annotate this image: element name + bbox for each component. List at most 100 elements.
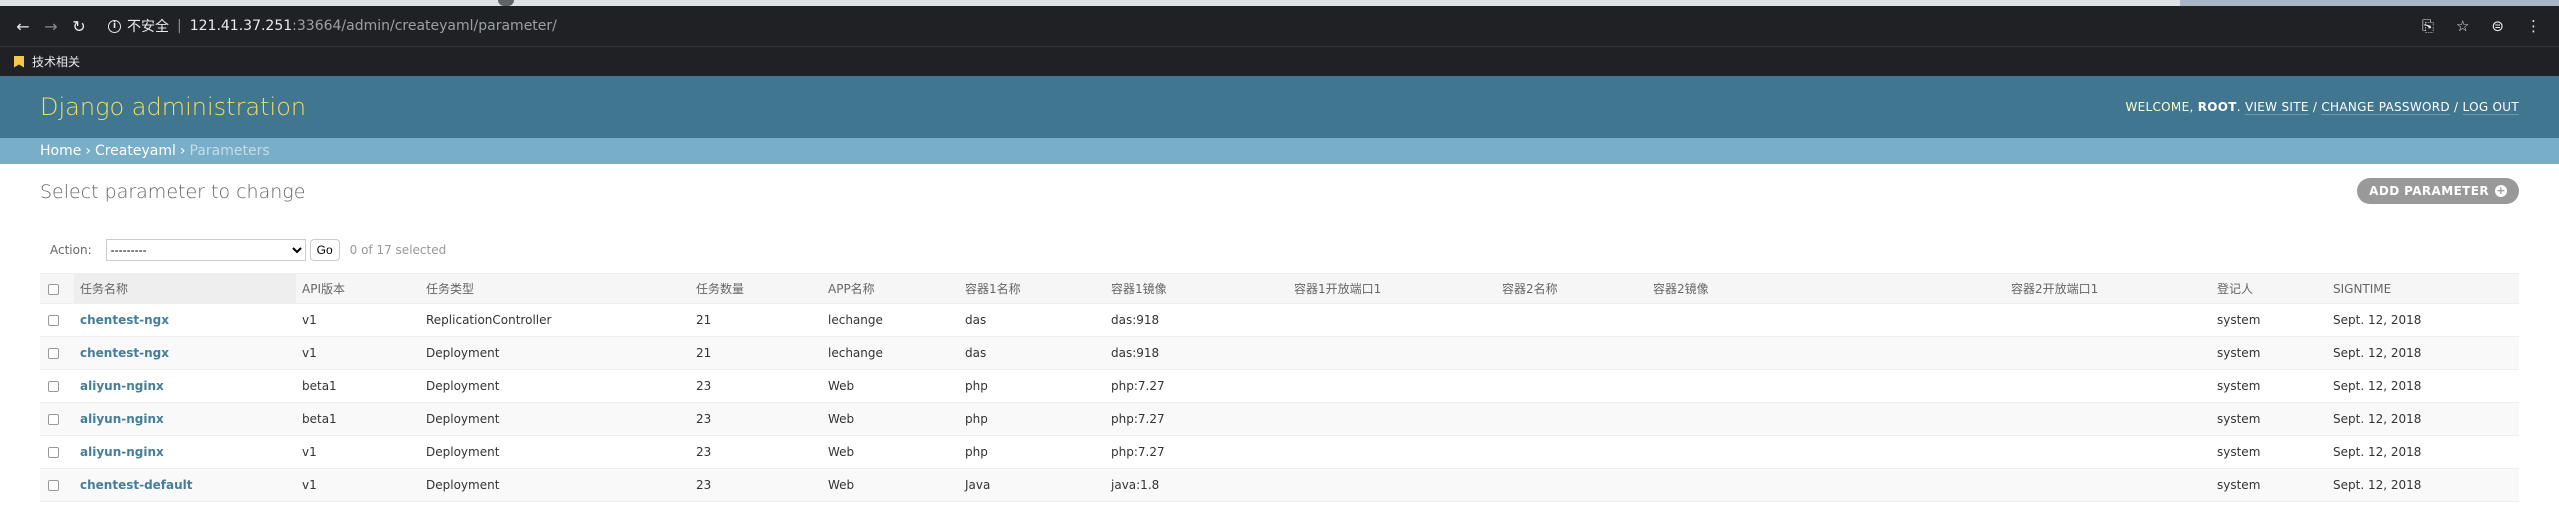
row-link[interactable]: aliyun-nginx [80,445,164,459]
omnibox[interactable]: i 不安全 | 121.41.37.251 :33664/admin/creat… [108,12,2422,40]
table-cell [2005,468,2211,502]
table-cell [2005,402,2211,436]
column-header[interactable]: 容器1开放端口1 [1288,273,1496,304]
column-header[interactable]: 容器2名称 [1496,273,1647,304]
reload-icon[interactable]: ↻ [68,17,90,36]
table-row: chentest-ngx v1 Deployment 21 lechange das das… [40,336,2519,370]
table-cell [1288,435,1496,469]
table-cell: Deployment [420,336,690,370]
table-cell: php:7.27 [1105,402,1288,436]
row-checkbox-cell [40,336,74,370]
table-cell: Sept. 12, 2018 [2327,336,2519,370]
table-cell: php [959,435,1105,469]
table-cell [2005,336,2211,370]
tab-strip [0,0,2559,6]
table-cell: php:7.27 [1105,435,1288,469]
action-select[interactable]: --------- [105,239,306,261]
table-cell: Sept. 12, 2018 [2327,303,2519,337]
view-site-link[interactable]: VIEW SITE [2244,100,2309,115]
row-link[interactable]: chentest-default [80,478,193,492]
column-header[interactable]: 容器1镜像 [1105,273,1288,304]
table-cell: Web [822,369,959,403]
column-header[interactable]: 任务名称 [74,273,296,304]
row-checkbox[interactable] [48,447,59,458]
table-cell: 23 [690,402,822,436]
column-header[interactable]: 任务类型 [420,273,690,304]
table-cell: beta1 [296,402,420,436]
table-cell [1288,303,1496,337]
select-all-cell [40,273,74,304]
table-cell: lechange [822,303,959,337]
table-cell: Deployment [420,369,690,403]
row-link[interactable]: aliyun-nginx [80,379,164,393]
row-link[interactable]: aliyun-nginx [80,412,164,426]
translate-icon[interactable]: ⎘ [2422,17,2434,35]
row-checkbox[interactable] [48,348,59,359]
menu-kebab-icon[interactable]: ⋮ [2526,17,2541,35]
table-cell: v1 [296,336,420,370]
breadcrumb: Home › Createyaml › Parameters [0,138,2559,164]
browser-actions: ⎘ ☆ ⊜ ⋮ [2422,17,2541,35]
row-checkbox[interactable] [48,315,59,326]
column-header[interactable]: 任务数量 [690,273,822,304]
select-all-checkbox[interactable] [48,283,59,295]
breadcrumb-current: Parameters [189,143,270,159]
table-cell: system [2211,435,2327,469]
page-title: Select parameter to change [40,181,306,203]
table-cell: das [959,336,1105,370]
table-cell: system [2211,336,2327,370]
table-cell [1647,402,2005,436]
column-header[interactable]: 登记人 [2211,273,2327,304]
table-cell: system [2211,369,2327,403]
table-cell: chentest-ngx [74,336,296,370]
go-button[interactable]: Go [309,239,340,261]
column-header[interactable]: 容器1名称 [959,273,1105,304]
breadcrumb-home[interactable]: Home [40,143,81,159]
row-checkbox[interactable] [48,381,59,392]
results-table: 任务名称 API版本 任务类型 任务数量 APP名称 容器1名称 容器1镜像 容… [40,273,2519,502]
bookmark-star-icon[interactable]: ☆ [2456,17,2469,35]
table-cell [2005,369,2211,403]
info-icon[interactable]: i [108,19,121,33]
table-row: aliyun-nginx v1 Deployment 23 Web php php:7.27… [40,435,2519,469]
table-cell: das [959,303,1105,337]
table-cell: das:918 [1105,303,1288,337]
table-cell [1647,336,2005,370]
bookmark-item[interactable]: 技术相关 [32,53,80,70]
table-row: aliyun-nginx beta1 Deployment 23 Web php php:7… [40,369,2519,403]
row-link[interactable]: chentest-ngx [80,346,169,360]
row-checkbox[interactable] [48,480,59,491]
breadcrumb-app[interactable]: Createyaml [95,143,176,159]
row-checkbox-cell [40,468,74,502]
site-branding[interactable]: Django administration [40,93,306,121]
row-link[interactable]: chentest-ngx [80,313,169,327]
content: Select parameter to change ADD PARAMETER… [0,164,2559,502]
table-cell [1496,336,1647,370]
table-cell: Web [822,468,959,502]
column-header[interactable]: API版本 [296,273,420,304]
extension-icon[interactable]: ⊜ [2491,17,2504,35]
table-cell: Java [959,468,1105,502]
table-cell: Deployment [420,435,690,469]
add-parameter-button[interactable]: ADD PARAMETER + [2357,178,2519,204]
table-cell: Sept. 12, 2018 [2327,468,2519,502]
column-header[interactable]: APP名称 [822,273,959,304]
change-password-link[interactable]: CHANGE PASSWORD [2321,100,2450,115]
table-cell: aliyun-nginx [74,402,296,436]
row-checkbox[interactable] [48,414,59,425]
table-row: chentest-ngx v1 ReplicationController 21 lec… [40,303,2519,337]
table-cell [1647,369,2005,403]
table-cell: 21 [690,336,822,370]
log-out-link[interactable]: LOG OUT [2462,100,2519,115]
forward-arrow-icon[interactable]: → [40,17,62,36]
column-header[interactable]: 容器2镜像 [1647,273,2005,304]
tab-strip-right [2180,0,2559,6]
back-arrow-icon[interactable]: ← [12,17,34,36]
column-header[interactable]: 容器2开放端口1 [2005,273,2211,304]
row-checkbox-cell [40,402,74,436]
row-checkbox-cell [40,435,74,469]
tab-edge[interactable] [498,0,514,6]
table-cell: Sept. 12, 2018 [2327,435,2519,469]
table-cell [1288,336,1496,370]
column-header[interactable]: SIGNTIME [2327,273,2519,304]
